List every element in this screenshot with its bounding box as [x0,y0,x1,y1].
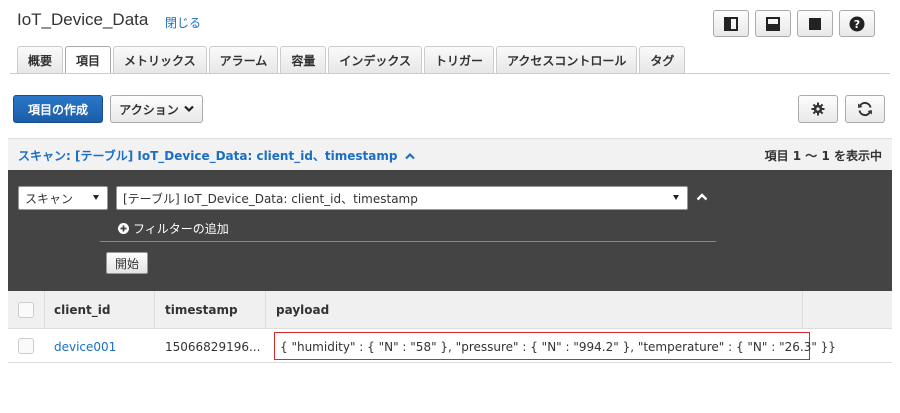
refresh-icon [858,101,872,117]
scan-panel: スキャン [テーブル] IoT_Device_Data: client_id、t… [8,170,892,291]
scan-summary-toggle[interactable]: スキャン: [テーブル] IoT_Device_Data: client_id、… [18,147,415,164]
scan-summary-bar: スキャン: [テーブル] IoT_Device_Data: client_id、… [8,138,892,170]
view-split-bottom-button[interactable] [755,10,791,37]
column-header-client-id[interactable]: client_id [54,291,110,329]
tab-triggers[interactable]: トリガー [423,46,494,74]
item-count-text: 項目 1 ～ 1 を表示中 [764,149,882,163]
tab-metrics[interactable]: メトリックス [113,46,207,74]
view-split-left-button[interactable] [713,10,749,37]
filter-divider [100,241,716,242]
scan-target-select[interactable]: [テーブル] IoT_Device_Data: client_id、timest… [116,186,688,210]
chevron-down-icon [183,105,194,113]
tab-overview[interactable]: 概要 [17,46,64,74]
close-link[interactable]: 閉じる [165,14,201,31]
view-full-button[interactable] [797,10,833,37]
help-icon: ? [849,16,865,31]
scan-summary-text: スキャン: [テーブル] IoT_Device_Data: client_id、… [18,149,398,163]
scan-mode-value: スキャン [25,191,74,206]
refresh-button[interactable] [845,95,885,123]
client-id-cell[interactable]: device001 [54,330,116,363]
add-filter-label: フィルターの追加 [133,222,229,236]
tab-access-control[interactable]: アクセスコントロール [495,46,638,74]
chevron-up-icon [404,152,415,160]
timestamp-cell: 15066829196... [165,339,261,354]
payload-cell: { "humidity" : { "N" : "58" }, "pressure… [280,339,836,354]
dropdown-caret-icon [93,195,99,200]
create-item-button[interactable]: 項目の作成 [13,95,103,123]
dropdown-caret-icon [673,195,679,200]
plus-circle-icon [118,223,129,234]
gear-icon [811,102,825,116]
table-header: client_id timestamp payload [8,291,892,329]
table-row: device001 15066829196... { "humidity" : … [8,330,892,363]
column-header-payload[interactable]: payload [276,291,329,329]
row-select-checkbox[interactable] [18,338,34,354]
view-toggle-group: ? [713,10,875,37]
add-filter-link[interactable]: フィルターの追加 [118,220,229,237]
table-title: IoT_Device_Data [17,10,149,29]
column-header-timestamp[interactable]: timestamp [165,291,238,329]
help-button[interactable]: ? [839,10,875,37]
tab-items[interactable]: 項目 [65,46,112,74]
start-scan-button[interactable]: 開始 [106,252,148,274]
chevron-up-icon [696,193,708,201]
panel-full-icon [809,17,821,30]
tab-capacity[interactable]: 容量 [280,46,327,74]
tab-tags[interactable]: タグ [639,46,686,74]
panel-bottom-icon [766,16,780,31]
svg-text:?: ? [854,18,860,31]
tab-divider [10,73,890,74]
column-divider [154,291,155,329]
select-all-checkbox[interactable] [18,302,34,318]
actions-label: アクション [119,102,179,117]
tab-indexes[interactable]: インデックス [328,46,422,74]
column-divider [265,291,266,329]
scan-mode-select[interactable]: スキャン [18,186,108,210]
tab-alarms[interactable]: アラーム [208,46,279,74]
settings-button[interactable] [798,95,838,123]
column-divider [802,291,803,329]
scan-target-value: [テーブル] IoT_Device_Data: client_id、timest… [123,191,418,206]
actions-dropdown-button[interactable]: アクション [110,95,203,123]
collapse-scan-button[interactable] [696,190,708,204]
column-divider [44,291,45,329]
panel-left-icon [724,16,738,31]
tab-bar: 概要 項目 メトリックス アラーム 容量 インデックス トリガー アクセスコント… [17,46,687,74]
page-header: IoT_Device_Data 閉じる ? [0,0,900,44]
